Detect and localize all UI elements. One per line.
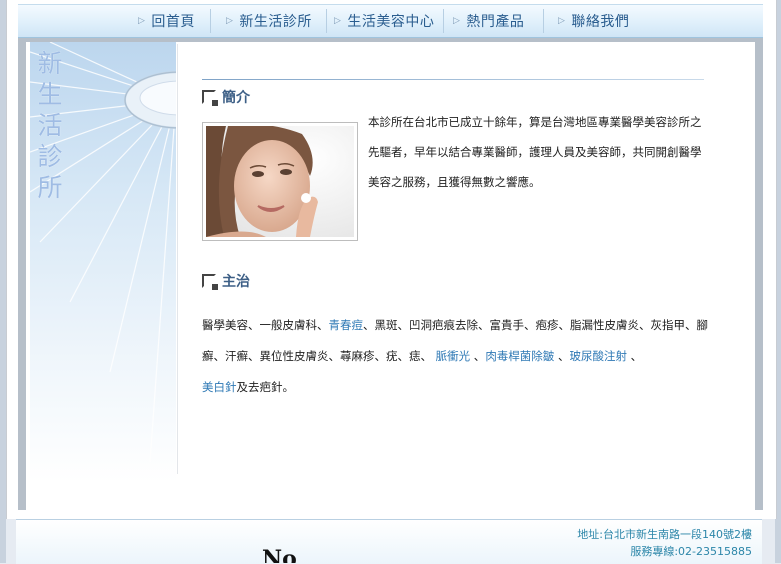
nav-label: 回首頁 <box>151 14 195 30</box>
nav-separator <box>543 9 544 33</box>
nav-separator <box>326 9 327 33</box>
treatments-paragraph: 醫學美容、一般皮膚科、青春痘、黑斑、凹洞疤痕去除、富貴手、疱疹、脂漏性皮膚炎、灰… <box>202 310 712 403</box>
footer-address: 地址:台北市新生南路一段140號2樓 <box>577 528 752 541</box>
nav-label: 熱門產品 <box>466 14 525 30</box>
nav-beauty-center[interactable]: ▷ 生活美容中心 <box>334 5 434 37</box>
side-title-char: 活 <box>37 111 63 140</box>
nav-arrow-icon: ▷ <box>226 16 234 26</box>
nav-clinic[interactable]: ▷ 新生活診所 <box>226 5 312 37</box>
nav-separator <box>443 9 444 33</box>
section-bullet-icon <box>202 90 218 106</box>
treatments-title: 主治 <box>222 274 250 290</box>
footer-cut-text: No <box>262 548 297 563</box>
link-hyaluronic[interactable]: 玻尿酸注射 <box>569 349 627 363</box>
nav-separator <box>210 9 211 33</box>
treatments-text: 醫學美容、一般皮膚科、 <box>202 318 329 332</box>
side-title-char: 新 <box>37 49 63 78</box>
footer-phone: 服務專線:02-23515885 <box>630 545 752 558</box>
treatments-heading: 主治 <box>202 271 250 291</box>
side-title-char: 診 <box>37 142 63 171</box>
nav-arrow-icon: ▷ <box>138 16 146 26</box>
treatments-text: 、 <box>554 349 570 363</box>
section-bullet-icon <box>202 274 218 290</box>
nav-contact[interactable]: ▷ 聯絡我們 <box>558 5 629 37</box>
link-ipl[interactable]: 脈衝光 <box>436 349 471 363</box>
content-divider <box>177 44 178 474</box>
main-nav: ▷ 回首頁 ▷ 新生活診所 ▷ 生活美容中心 ▷ 熱門產品 ▷ 聯絡我們 <box>18 4 763 38</box>
intro-heading: 簡介 <box>202 87 250 107</box>
nav-label: 生活美容中心 <box>347 14 435 30</box>
intro-title: 簡介 <box>222 90 250 106</box>
intro-paragraph: 本診所在台北市已成立十餘年，算是台灣地區專業醫學美容診所之先驅者，早年以結合專業… <box>368 115 702 189</box>
side-title-char: 生 <box>37 80 63 109</box>
side-title-char: 所 <box>37 173 63 202</box>
link-botox[interactable]: 肉毒桿菌除皺 <box>485 349 554 363</box>
intro-photo <box>202 122 358 241</box>
nav-home[interactable]: ▷ 回首頁 <box>138 5 195 37</box>
nav-arrow-icon: ▷ <box>453 16 461 26</box>
treatments-text: 及去疤針。 <box>236 380 295 394</box>
treatments-text: 、 <box>470 349 486 363</box>
nav-hot-products[interactable]: ▷ 熱門產品 <box>453 5 524 37</box>
nav-arrow-icon: ▷ <box>334 16 342 26</box>
link-whitening[interactable]: 美白針 <box>202 380 237 394</box>
link-acne[interactable]: 青春痘 <box>329 318 364 332</box>
woman-portrait-image <box>206 126 354 237</box>
nav-arrow-icon: ▷ <box>558 16 566 26</box>
section-top-rule <box>202 79 704 80</box>
nav-label: 新生活診所 <box>239 14 312 30</box>
footer: 地址:台北市新生南路一段140號2樓 服務專線:02-23515885 <box>16 519 762 564</box>
nav-label: 聯絡我們 <box>571 14 630 30</box>
side-vertical-title: 新 生 活 診 所 <box>34 48 66 203</box>
treatments-text: 、 <box>626 349 643 363</box>
